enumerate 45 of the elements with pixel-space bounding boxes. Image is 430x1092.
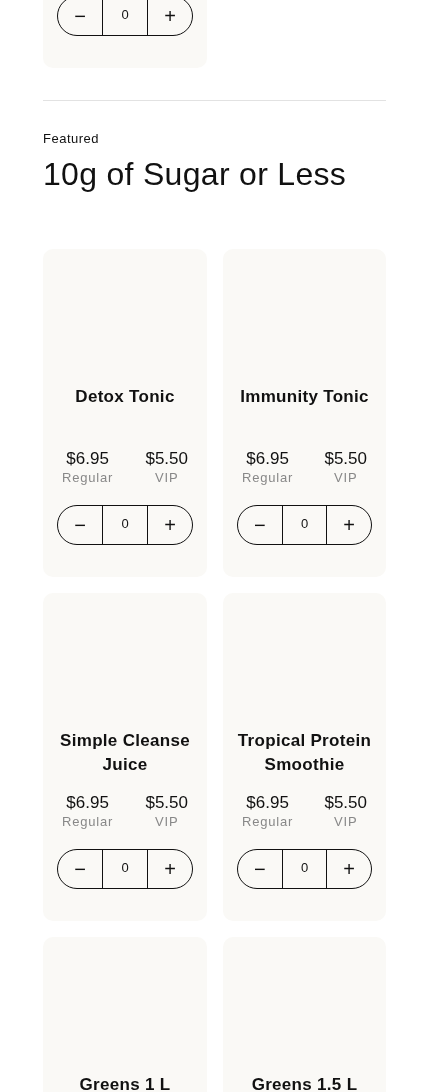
regular-price: $6.95	[246, 449, 289, 469]
quantity-value: 0	[102, 850, 148, 888]
vip-price: $5.50	[145, 449, 188, 469]
product-card[interactable]: Simple Cleanse Juice $6.95 Regular $5.50 VIP − 0 +	[43, 593, 207, 921]
increment-button[interactable]: +	[327, 506, 371, 544]
price-label: Regular	[242, 813, 294, 831]
decrement-button[interactable]: −	[58, 0, 102, 35]
quantity-value: 0	[281, 506, 328, 544]
increment-button[interactable]: +	[148, 850, 192, 888]
quantity-value: 0	[102, 506, 148, 544]
decrement-button[interactable]: −	[58, 850, 102, 888]
product-name[interactable]: Immunity Tonic	[237, 385, 372, 433]
decrement-button[interactable]: −	[238, 850, 282, 888]
product-card[interactable]: Greens 1 L	[43, 937, 207, 1092]
price-label: VIP	[334, 813, 358, 831]
vip-price: $5.50	[145, 793, 188, 813]
product-card[interactable]: Detox Tonic $6.95 Regular $5.50 VIP − 0 +	[43, 249, 207, 577]
product-name[interactable]: Detox Tonic	[57, 385, 193, 433]
section-eyebrow: Featured	[43, 131, 101, 146]
product-name[interactable]: Simple Cleanse Juice	[57, 729, 193, 777]
product-card[interactable]: Greens 1.5 L	[223, 937, 386, 1092]
price-label: VIP	[334, 469, 358, 487]
regular-price: $6.95	[246, 793, 289, 813]
product-card[interactable]: Immunity Tonic $6.95 Regular $5.50 VIP − 0 +	[223, 249, 386, 577]
product-name[interactable]: Greens 1.5 L	[237, 1073, 372, 1092]
section-title: 10g of Sugar or Less	[43, 156, 348, 193]
increment-button[interactable]: +	[148, 0, 192, 35]
regular-price: $6.95	[66, 793, 109, 813]
product-card[interactable]: Tropical Protein Smoothie $6.95 Regular $5.50 VIP − 0 +	[223, 593, 386, 921]
price-label: Regular	[62, 813, 114, 831]
quantity-value: 0	[281, 850, 328, 888]
price-label: Regular	[62, 469, 114, 487]
increment-button[interactable]: +	[148, 506, 192, 544]
decrement-button[interactable]: −	[58, 506, 102, 544]
increment-button[interactable]: +	[327, 850, 371, 888]
regular-price: $6.95	[66, 449, 109, 469]
decrement-button[interactable]: −	[238, 506, 282, 544]
product-name[interactable]: Greens 1 L	[57, 1073, 193, 1092]
price-label: VIP	[155, 813, 179, 831]
product-name[interactable]: Tropical Protein Smoothie	[237, 729, 372, 777]
vip-price: $5.50	[324, 793, 367, 813]
quantity-value: 0	[102, 0, 148, 35]
price-label: Regular	[242, 469, 294, 487]
price-label: VIP	[155, 469, 179, 487]
vip-price: $5.50	[324, 449, 367, 469]
